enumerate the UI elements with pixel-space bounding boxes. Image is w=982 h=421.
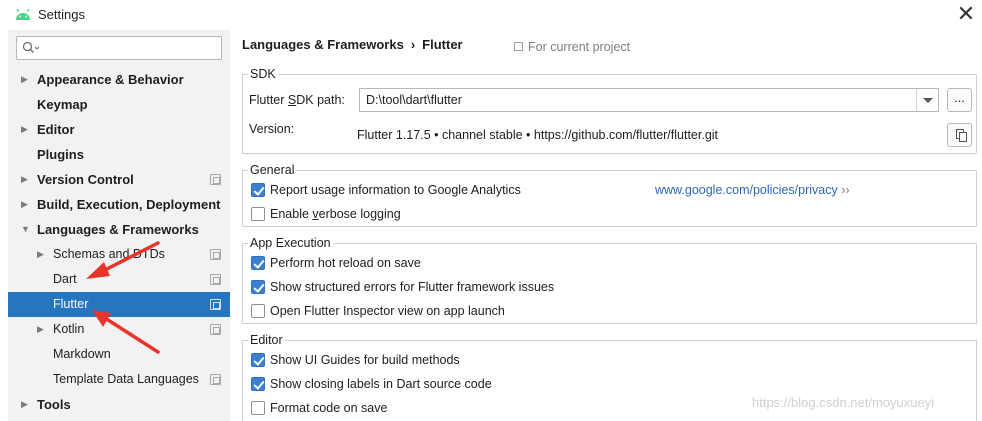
verbose-checkbox[interactable]	[251, 207, 265, 221]
expanded-arrow-icon[interactable]: ▼	[21, 217, 31, 242]
project-scope-icon	[210, 249, 221, 260]
close-icon[interactable]: ✕	[954, 3, 978, 27]
sidebar-item-label: Editor	[37, 122, 75, 137]
sidebar-item-label: Build, Execution, Deployment	[37, 197, 221, 212]
settings-tree: ▶ Appearance & Behavior Keymap ▶ Editor Plugi…	[8, 67, 230, 417]
scope-note: For current project	[514, 40, 630, 54]
sidebar-item-label: Keymap	[37, 97, 88, 112]
search-icon	[22, 41, 40, 53]
ui-guides-checkbox[interactable]	[251, 353, 265, 367]
general-legend: General	[248, 162, 297, 178]
breadcrumb: Languages & Frameworks › Flutter	[242, 37, 463, 52]
structured-errors-label[interactable]: Show structured errors for Flutter frame…	[270, 280, 554, 294]
closing-labels-label[interactable]: Show closing labels in Dart source code	[270, 377, 492, 391]
sdk-path-label: Flutter SDK path:	[249, 93, 345, 107]
sidebar-item[interactable]: ▶ Appearance & Behavior	[8, 67, 230, 92]
app-execution-legend: App Execution	[248, 235, 333, 251]
analytics-label[interactable]: Report usage information to Google Analy…	[270, 183, 521, 197]
android-logo-icon	[16, 8, 30, 20]
sidebar-item[interactable]: Plugins	[8, 142, 230, 167]
analytics-checkbox[interactable]	[251, 183, 265, 197]
sidebar-item[interactable]: ▼ Languages & Frameworks	[8, 217, 230, 242]
sidebar-item[interactable]: ▶ Schemas and DTDs	[8, 242, 230, 267]
sidebar-item[interactable]: ▶ Tools	[8, 392, 230, 417]
hot-reload-label[interactable]: Perform hot reload on save	[270, 256, 421, 270]
editor-legend: Editor	[248, 332, 285, 348]
inspector-checkbox[interactable]	[251, 304, 265, 318]
format-on-save-label[interactable]: Format code on save	[270, 401, 387, 415]
browse-button[interactable]: ...	[947, 88, 972, 112]
watermark: https://blog.csdn.net/moyuxueyi	[752, 395, 935, 410]
inspector-label[interactable]: Open Flutter Inspector view on app launc…	[270, 304, 505, 318]
sidebar-item-label: Languages & Frameworks	[37, 222, 199, 237]
sidebar-item[interactable]: ▶ Kotlin	[8, 317, 230, 342]
privacy-link[interactable]: www.google.com/policies/privacy ››	[655, 183, 850, 197]
search-input[interactable]	[16, 36, 222, 60]
collapsed-arrow-icon[interactable]: ▶	[21, 392, 31, 417]
collapsed-arrow-icon[interactable]: ▶	[21, 192, 31, 217]
copy-button[interactable]	[947, 123, 972, 147]
settings-sidebar: ▶ Appearance & Behavior Keymap ▶ Editor Plugi…	[8, 30, 230, 421]
verbose-label[interactable]: Enable verbose logging	[270, 207, 401, 221]
breadcrumb-current: Flutter	[422, 37, 463, 52]
collapsed-arrow-icon[interactable]: ▶	[21, 117, 31, 142]
sidebar-item[interactable]: Markdown	[8, 342, 230, 367]
sidebar-item-label: Template Data Languages	[53, 372, 199, 386]
project-scope-icon	[210, 299, 221, 310]
collapsed-arrow-icon[interactable]: ▶	[21, 167, 31, 192]
sidebar-item-label: Plugins	[37, 147, 84, 162]
sdk-path-combobox[interactable]: D:\tool\dart\flutter	[359, 88, 939, 112]
breadcrumb-parent[interactable]: Languages & Frameworks	[242, 37, 404, 52]
sidebar-item-label: Version Control	[37, 172, 134, 187]
window-title: Settings	[38, 7, 85, 22]
sidebar-item-label: Dart	[53, 272, 77, 286]
sidebar-item[interactable]: Flutter	[8, 292, 230, 317]
title-bar: Settings ✕	[0, 0, 982, 30]
project-scope-icon	[210, 374, 221, 385]
sidebar-item[interactable]: ▶ Version Control	[8, 167, 230, 192]
format-on-save-checkbox[interactable]	[251, 401, 265, 415]
sidebar-item[interactable]: Template Data Languages	[8, 367, 230, 392]
breadcrumb-separator: ›	[410, 37, 416, 52]
closing-labels-checkbox[interactable]	[251, 377, 265, 391]
sidebar-item-label: Schemas and DTDs	[53, 247, 165, 261]
version-label: Version:	[249, 122, 295, 136]
sdk-legend: SDK	[248, 66, 278, 82]
sidebar-item-label: Tools	[37, 397, 71, 412]
scope-note-text: For current project	[528, 40, 631, 54]
collapsed-arrow-icon[interactable]: ▶	[37, 317, 47, 342]
version-value: Flutter 1.17.5 • channel stable • https:…	[357, 128, 719, 142]
sdk-group: SDK	[242, 66, 977, 154]
project-scope-icon	[210, 324, 221, 335]
collapsed-arrow-icon[interactable]: ▶	[21, 67, 31, 92]
structured-errors-checkbox[interactable]	[251, 280, 265, 294]
project-scope-icon	[210, 174, 221, 185]
project-scope-icon	[210, 274, 221, 285]
ui-guides-label[interactable]: Show UI Guides for build methods	[270, 353, 460, 367]
project-scope-icon	[514, 42, 523, 51]
sidebar-item[interactable]: ▶ Build, Execution, Deployment	[8, 192, 230, 217]
sdk-path-value: D:\tool\dart\flutter	[366, 93, 462, 107]
collapsed-arrow-icon[interactable]: ▶	[37, 242, 47, 267]
hot-reload-checkbox[interactable]	[251, 256, 265, 270]
sidebar-item-label: Appearance & Behavior	[37, 72, 184, 87]
sidebar-item[interactable]: Dart	[8, 267, 230, 292]
sidebar-item[interactable]: ▶ Editor	[8, 117, 230, 142]
chevron-down-icon[interactable]	[916, 89, 938, 111]
sidebar-item-label: Flutter	[53, 297, 89, 311]
external-link-icon: ››	[841, 183, 850, 197]
sidebar-item[interactable]: Keymap	[8, 92, 230, 117]
sidebar-item-label: Kotlin	[53, 322, 85, 336]
sidebar-item-label: Markdown	[53, 347, 111, 361]
